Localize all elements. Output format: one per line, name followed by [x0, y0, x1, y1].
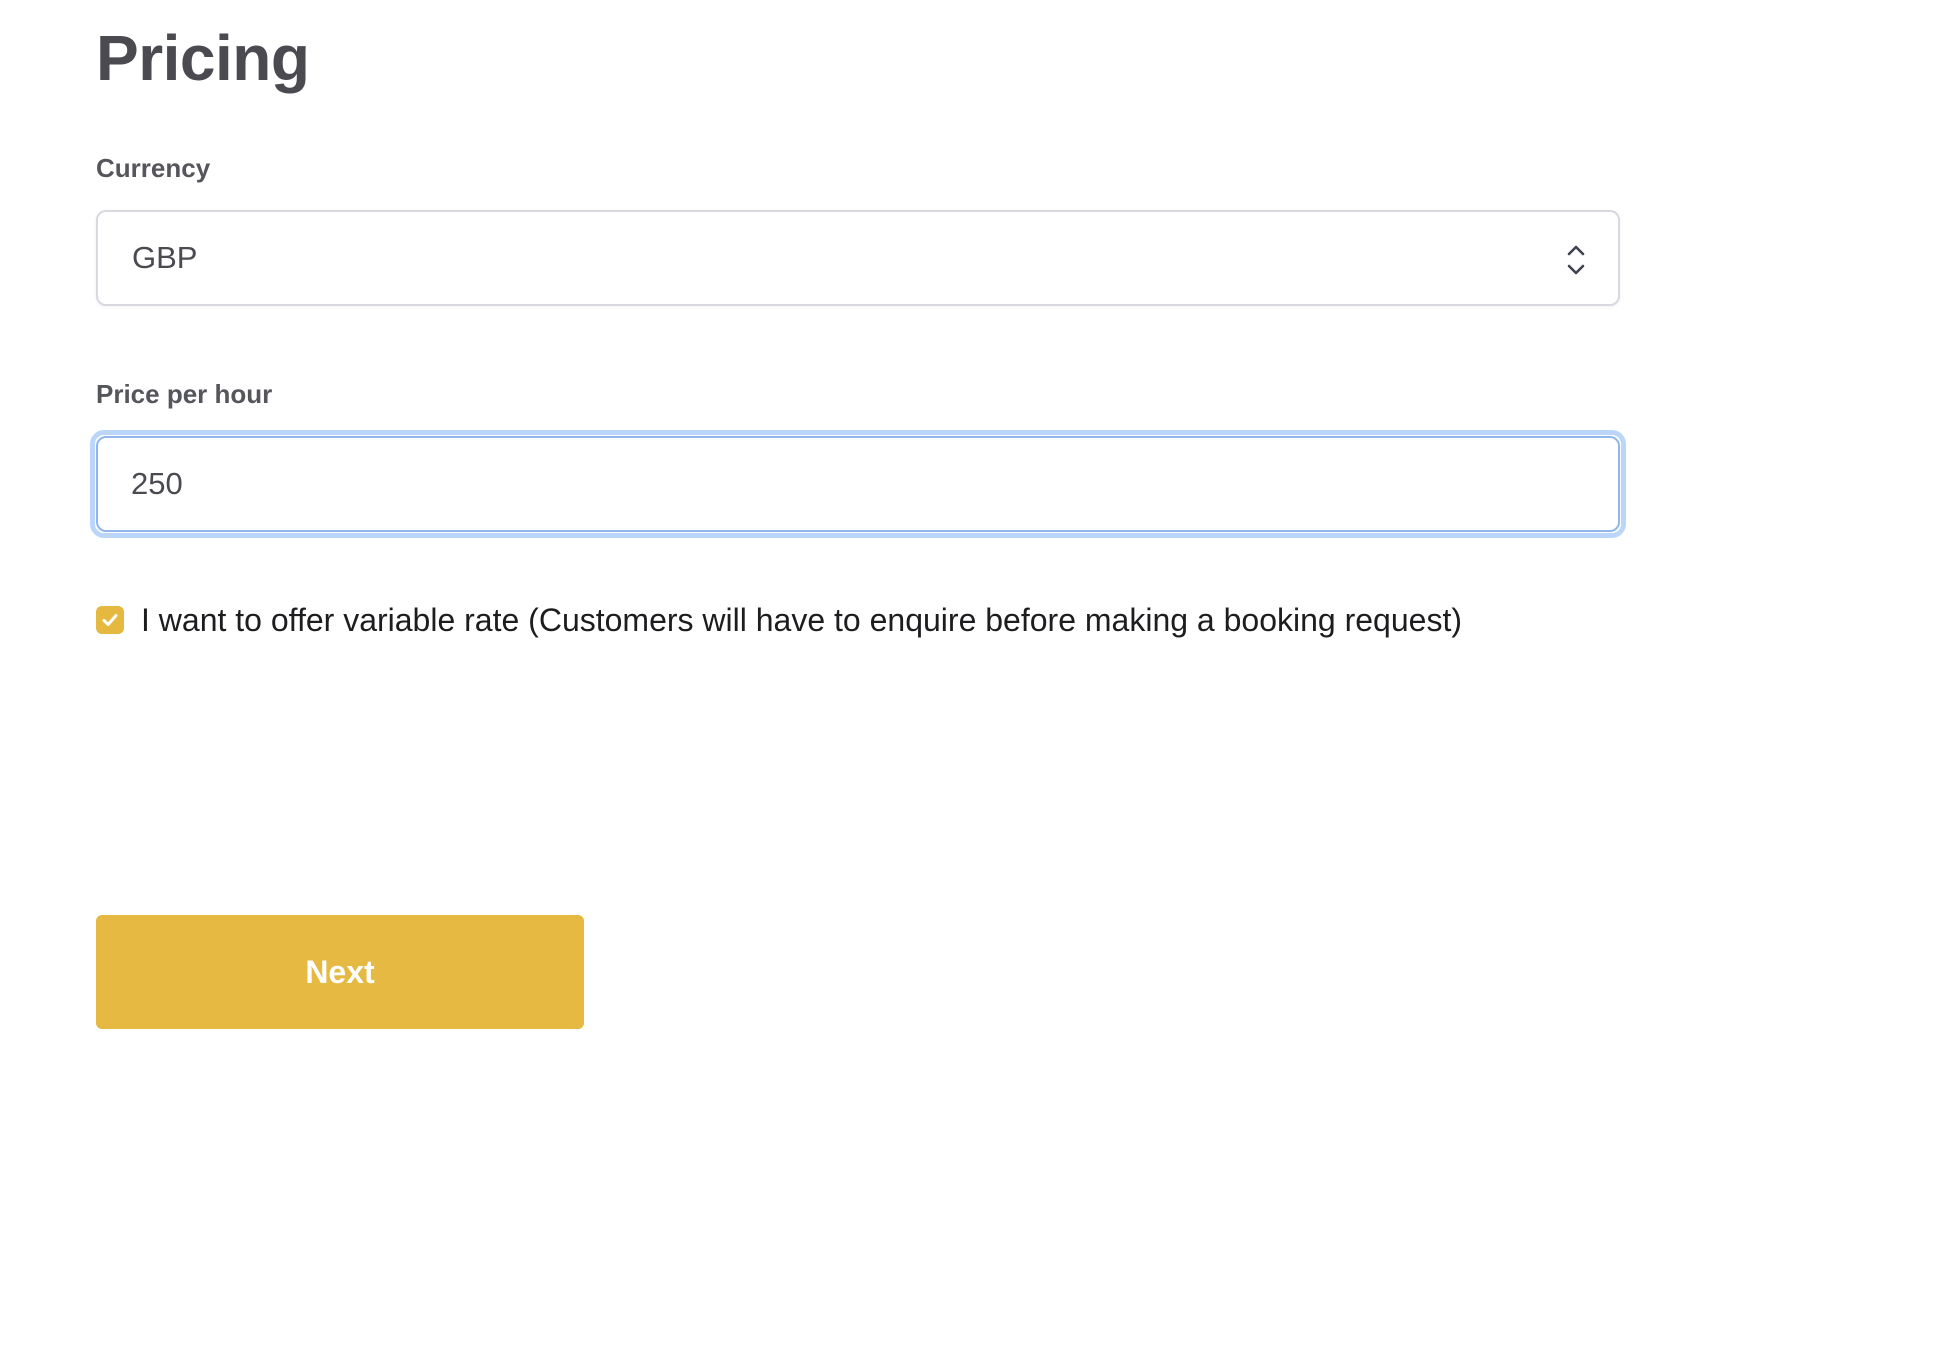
variable-rate-label: I want to offer variable rate (Customers… — [141, 602, 1462, 638]
next-button[interactable]: Next — [96, 915, 584, 1029]
chevron-updown-icon — [1564, 242, 1588, 278]
checkmark-icon — [102, 614, 118, 626]
page-title: Pricing — [96, 22, 310, 94]
pricing-page: Pricing Currency GBP Price per hour I wa… — [0, 0, 1934, 1364]
currency-label: Currency — [96, 153, 211, 183]
variable-rate-option[interactable]: I want to offer variable rate (Customers… — [96, 600, 1462, 640]
variable-rate-checkbox[interactable] — [96, 606, 124, 634]
currency-select[interactable]: GBP — [96, 210, 1620, 306]
price-per-hour-input[interactable] — [96, 436, 1620, 532]
currency-selected-value: GBP — [132, 240, 198, 275]
price-input-focus-ring — [90, 430, 1626, 538]
price-per-hour-label: Price per hour — [96, 379, 273, 409]
